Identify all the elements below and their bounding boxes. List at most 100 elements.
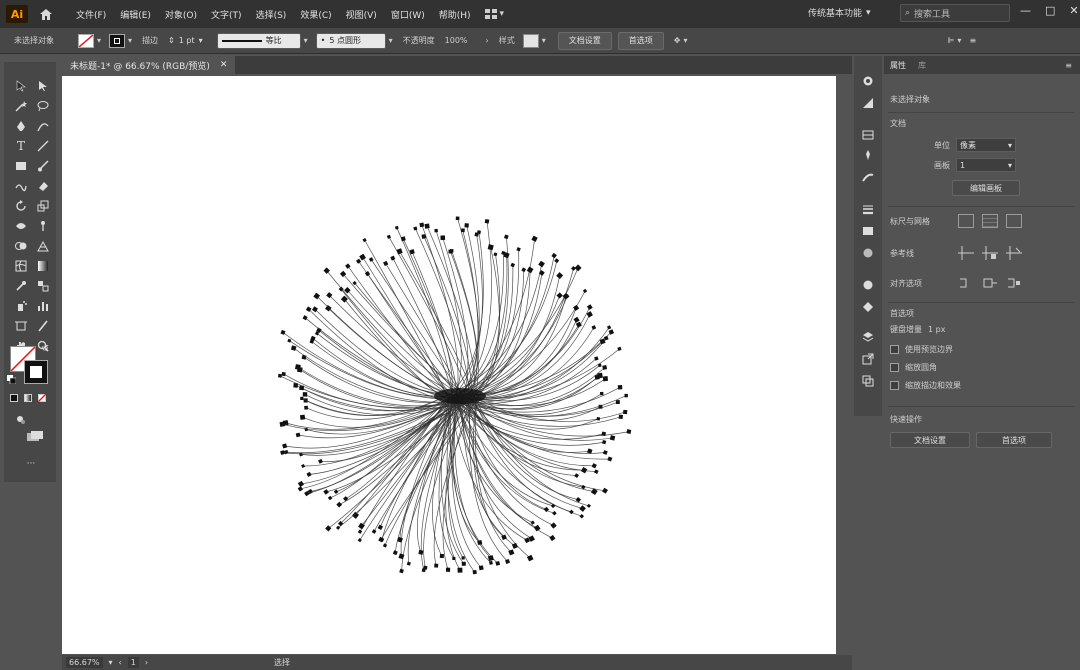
search-input[interactable]: ⌕ 搜索工具 <box>900 4 1010 22</box>
symbols-panel-icon[interactable] <box>860 148 876 162</box>
layers-panel-icon[interactable] <box>860 128 876 142</box>
selection-tool-icon[interactable] <box>12 78 30 94</box>
panel-menu-icon[interactable]: ≡ <box>1065 61 1072 70</box>
menu-effect[interactable]: 效果(C) <box>300 8 331 21</box>
menu-view[interactable]: 视图(V) <box>346 8 377 21</box>
zoom-level[interactable]: 66.67% <box>66 657 103 668</box>
perspective-grid-tool-icon[interactable] <box>34 238 52 254</box>
tab-properties[interactable]: 属性 <box>890 60 906 71</box>
next-artboard-icon[interactable]: › <box>145 658 148 667</box>
scale-corners-checkbox[interactable] <box>890 363 899 372</box>
menu-select[interactable]: 选择(S) <box>256 8 287 21</box>
maximize-button[interactable]: □ <box>1045 4 1055 17</box>
scale-tool-icon[interactable] <box>34 198 52 214</box>
tab-libraries[interactable]: 库 <box>918 60 926 71</box>
align-icon[interactable]: ⊫ <box>947 36 954 45</box>
keyboard-increment-value[interactable]: 1 px <box>928 325 945 334</box>
chevron-down-icon[interactable]: ▾ <box>389 36 393 45</box>
grid-icon[interactable] <box>982 214 998 228</box>
artboard[interactable] <box>62 76 836 654</box>
color-mode-icon[interactable] <box>10 394 18 402</box>
brushes-panel-icon[interactable] <box>860 170 876 184</box>
menu-object[interactable]: 对象(O) <box>165 8 197 21</box>
rotate-tool-icon[interactable] <box>12 198 30 214</box>
color-panel-icon[interactable] <box>860 278 876 292</box>
gradient-panel-icon[interactable] <box>860 224 876 238</box>
chevron-down-icon[interactable]: ▾ <box>109 658 113 667</box>
eraser-tool-icon[interactable] <box>34 178 52 194</box>
doc-setup-button[interactable]: 文档设置 <box>557 31 612 50</box>
shaper-tool-icon[interactable] <box>12 178 30 194</box>
style-swatch[interactable] <box>522 33 539 48</box>
export-icon[interactable] <box>860 352 876 366</box>
graphic-styles-panel-icon[interactable] <box>860 96 876 110</box>
eyedropper-tool-icon[interactable] <box>12 278 30 294</box>
rectangle-tool-icon[interactable] <box>12 158 30 174</box>
screen-mode-icon[interactable] <box>24 428 46 444</box>
chevron-down-icon[interactable]: ▾ <box>97 36 101 45</box>
close-button[interactable]: ✕ <box>1069 4 1078 17</box>
panel-menu-icon[interactable]: ≡ <box>969 36 976 45</box>
none-mode-icon[interactable] <box>38 394 46 402</box>
scale-strokes-checkbox[interactable] <box>890 381 899 390</box>
color-guide-icon[interactable] <box>860 300 876 314</box>
artboard-select[interactable]: 1 ▾ <box>956 158 1016 172</box>
quick-doc-setup-button[interactable]: 文档设置 <box>890 432 970 448</box>
preview-bounds-checkbox[interactable] <box>890 345 899 354</box>
close-tab-icon[interactable]: ✕ <box>220 60 228 70</box>
default-colors-icon[interactable] <box>6 374 16 384</box>
quick-preferences-button[interactable]: 首选项 <box>976 432 1052 448</box>
shape-builder-tool-icon[interactable] <box>12 238 30 254</box>
type-tool-icon[interactable]: T <box>12 138 30 154</box>
paintbrush-tool-icon[interactable] <box>34 158 52 174</box>
snap-to-grid-icon[interactable] <box>982 276 998 290</box>
puppet-warp-tool-icon[interactable] <box>34 218 52 234</box>
stroke-panel-icon[interactable] <box>860 202 876 216</box>
edit-artboards-button[interactable]: 编辑画板 <box>952 180 1020 196</box>
workspace-switcher[interactable]: 传统基本功能 ▾ <box>808 6 871 20</box>
blend-tool-icon[interactable] <box>34 278 52 294</box>
smart-guides-icon[interactable] <box>1006 246 1022 260</box>
stroke-color-swatch[interactable] <box>24 360 48 384</box>
home-icon[interactable] <box>38 6 54 22</box>
line-tool-icon[interactable] <box>34 138 52 154</box>
snap-to-point-icon[interactable] <box>958 276 974 290</box>
brush-select[interactable]: • 5 点圆形 <box>315 32 386 49</box>
ruler-icon[interactable] <box>958 214 974 228</box>
fill-swatch[interactable] <box>78 33 94 48</box>
curvature-tool-icon[interactable] <box>34 118 52 134</box>
artboard-number[interactable]: 1 <box>127 657 139 668</box>
chevron-right-icon[interactable]: › <box>486 36 489 45</box>
magic-wand-tool-icon[interactable] <box>12 98 30 114</box>
line-burst-artwork[interactable] <box>62 76 836 654</box>
menu-edit[interactable]: 编辑(E) <box>120 8 151 21</box>
menu-window[interactable]: 窗口(W) <box>391 8 425 21</box>
transparency-panel-icon[interactable] <box>860 246 876 260</box>
snap-to-pixel-icon[interactable] <box>1006 276 1022 290</box>
lock-guides-icon[interactable] <box>982 246 998 260</box>
show-guides-icon[interactable] <box>958 246 974 260</box>
chevron-down-icon[interactable]: ▾ <box>957 36 961 45</box>
symbol-sprayer-tool-icon[interactable] <box>12 298 30 314</box>
document-tab[interactable]: 未标题-1* @ 66.67% (RGB/预览) ✕ <box>62 56 236 74</box>
chevron-down-icon[interactable]: ▾ <box>304 36 308 45</box>
stroke-profile-select[interactable]: 等比 <box>216 32 301 49</box>
transparency-grid-icon[interactable] <box>1006 214 1022 228</box>
swap-colors-icon[interactable]: ↺ <box>40 344 50 354</box>
lasso-tool-icon[interactable] <box>34 98 52 114</box>
stroke-swatch[interactable] <box>109 33 126 48</box>
column-graph-tool-icon[interactable] <box>34 298 52 314</box>
transform-icon[interactable]: ✥ <box>674 36 681 45</box>
width-tool-icon[interactable] <box>12 218 30 234</box>
stroke-weight-input[interactable]: ⇕ 1 pt ▾ <box>164 33 207 49</box>
arrange-documents-button[interactable]: ▾ <box>484 9 504 19</box>
minimize-button[interactable]: — <box>1020 4 1031 17</box>
draw-mode-icon[interactable] <box>12 412 30 428</box>
layers-stack-icon[interactable] <box>860 330 876 344</box>
appearance-panel-icon[interactable] <box>860 74 876 88</box>
chevron-down-icon[interactable]: ▾ <box>128 36 132 45</box>
opacity-value[interactable]: 100% <box>445 36 468 45</box>
chevron-down-icon[interactable]: ▾ <box>683 36 687 45</box>
menu-file[interactable]: 文件(F) <box>76 8 106 21</box>
pen-tool-icon[interactable] <box>12 118 30 134</box>
